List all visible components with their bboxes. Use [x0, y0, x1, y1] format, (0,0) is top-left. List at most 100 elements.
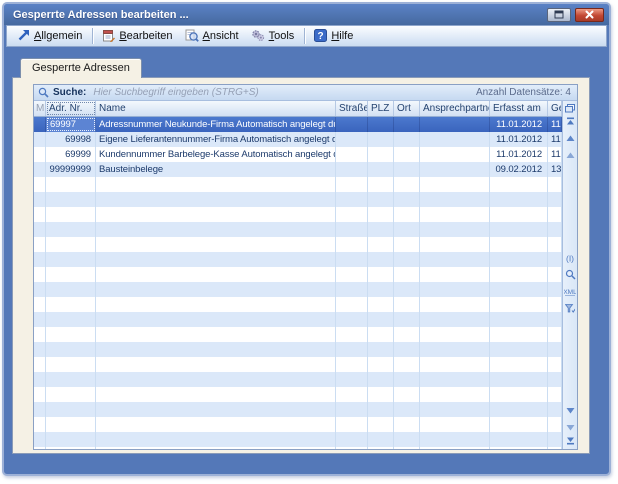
table-cell[interactable] [368, 117, 394, 132]
title-bar[interactable]: Gesperrte Adressen bearbeiten ... [4, 4, 609, 25]
empty-cell [34, 447, 46, 449]
empty-cell [96, 357, 336, 372]
table-row[interactable]: 69997Adressnummer Neukunde-Firma Automat… [34, 117, 562, 132]
column-header[interactable]: Ansprechpartner [420, 101, 490, 116]
menu-item-ansicht[interactable]: Ansicht [180, 27, 246, 45]
selection-icon[interactable]: (I) [564, 251, 577, 264]
table-cell[interactable]: 11. [548, 117, 562, 132]
table-cell[interactable]: 09.02.2012 [490, 162, 548, 177]
table-cell[interactable]: Eigene Lieferantennummer-Firma Automatis… [96, 132, 336, 147]
scroll-top-icon[interactable] [564, 115, 577, 128]
table-cell[interactable]: 11.01.2012 [490, 132, 548, 147]
table-cell[interactable] [368, 162, 394, 177]
table-cell[interactable] [420, 117, 490, 132]
column-header[interactable]: Ort [394, 101, 420, 116]
empty-cell [548, 252, 562, 267]
empty-cell [46, 432, 96, 447]
empty-cell [368, 432, 394, 447]
search-bar[interactable]: Suche: Hier Suchbegriff eingeben (STRG+S… [34, 85, 577, 101]
empty-cell [336, 387, 368, 402]
zoom-icon[interactable] [564, 268, 577, 281]
empty-cell [96, 432, 336, 447]
empty-cell [336, 327, 368, 342]
page-down-icon[interactable] [564, 421, 577, 434]
tab-gesperrte-adressen[interactable]: Gesperrte Adressen [20, 58, 142, 78]
filter-icon[interactable] [564, 302, 577, 315]
empty-cell [34, 357, 46, 372]
page-up-icon[interactable] [564, 149, 577, 162]
table-cell[interactable] [34, 117, 46, 132]
empty-cell [548, 237, 562, 252]
table-cell[interactable]: Bausteinbelege [96, 162, 336, 177]
table-cell[interactable] [394, 147, 420, 162]
empty-row [34, 312, 562, 327]
empty-cell [394, 267, 420, 282]
table-row[interactable]: 99999999Bausteinbelege 09.02.201213. [34, 162, 562, 177]
table-cell[interactable]: 11.01.2012 [490, 147, 548, 162]
column-header[interactable]: M [34, 101, 46, 116]
column-header[interactable]: Ge [548, 101, 562, 116]
table-cell[interactable] [420, 162, 490, 177]
table-row[interactable]: 69999Kundennummer Barbelege-Kasse Automa… [34, 147, 562, 162]
menu-item-hilfe[interactable]: ? Hilfe [308, 27, 360, 45]
table-row[interactable]: 69998Eigene Lieferantennummer-Firma Auto… [34, 132, 562, 147]
xml-icon[interactable]: XML [564, 285, 577, 298]
empty-cell [46, 402, 96, 417]
empty-cell [336, 402, 368, 417]
search-input-placeholder[interactable]: Hier Suchbegriff eingeben (STRG+S) [93, 86, 258, 100]
empty-cell [490, 297, 548, 312]
table-cell[interactable] [394, 117, 420, 132]
empty-cell [368, 282, 394, 297]
row-up-icon[interactable] [564, 132, 577, 145]
empty-cell [394, 237, 420, 252]
table-cell[interactable]: 69999 [46, 147, 96, 162]
table-cell[interactable] [368, 132, 394, 147]
table-cell[interactable] [336, 132, 368, 147]
table-cell[interactable]: 11.01.2012 [490, 117, 548, 132]
table-cell[interactable] [394, 162, 420, 177]
menu-item-allgemein[interactable]: Allgemein [11, 27, 89, 45]
grid-body: 69997Adressnummer Neukunde-Firma Automat… [34, 117, 562, 449]
empty-cell [490, 417, 548, 432]
menu-item-tools[interactable]: Tools [246, 27, 302, 45]
window-restore-button[interactable] [547, 8, 571, 22]
empty-cell [46, 327, 96, 342]
table-cell[interactable]: 11. [548, 147, 562, 162]
table-cell[interactable]: 99999999 [46, 162, 96, 177]
table-cell[interactable] [368, 147, 394, 162]
table-cell[interactable] [394, 132, 420, 147]
table-cell[interactable] [34, 162, 46, 177]
empty-cell [420, 312, 490, 327]
column-header[interactable]: Adr. Nr. [46, 101, 96, 116]
table-cell[interactable]: 11. [548, 132, 562, 147]
table-cell[interactable] [336, 147, 368, 162]
row-down-icon[interactable] [564, 404, 577, 417]
table-cell[interactable]: Kundennummer Barbelege-Kasse Automatisch… [96, 147, 336, 162]
table-cell[interactable]: 69998 [46, 132, 96, 147]
record-count-label: Anzahl Datensätze: 4 [476, 86, 571, 100]
column-header[interactable]: Name [96, 101, 336, 116]
table-cell[interactable] [336, 117, 368, 132]
table-cell[interactable]: 69997 [46, 117, 96, 132]
empty-row [34, 417, 562, 432]
column-header[interactable]: PLZ [368, 101, 394, 116]
table-cell[interactable] [420, 132, 490, 147]
empty-cell [336, 297, 368, 312]
column-header[interactable]: Straße [336, 101, 368, 116]
menu-item-bearbeiten[interactable]: Bearbeiten [96, 27, 179, 45]
scroll-bottom-icon[interactable] [564, 434, 577, 447]
table-cell[interactable]: 13. [548, 162, 562, 177]
window-close-button[interactable] [575, 8, 604, 22]
empty-cell [548, 447, 562, 449]
empty-cell [394, 297, 420, 312]
column-chooser-icon[interactable] [564, 102, 577, 115]
table-cell[interactable] [420, 147, 490, 162]
empty-cell [490, 327, 548, 342]
table-cell[interactable] [34, 147, 46, 162]
table-cell[interactable] [34, 132, 46, 147]
empty-cell [96, 237, 336, 252]
table-cell[interactable] [336, 162, 368, 177]
column-header[interactable]: Erfasst am [490, 101, 548, 116]
empty-row [34, 222, 562, 237]
table-cell[interactable]: Adressnummer Neukunde-Firma Automatisch … [96, 117, 336, 132]
